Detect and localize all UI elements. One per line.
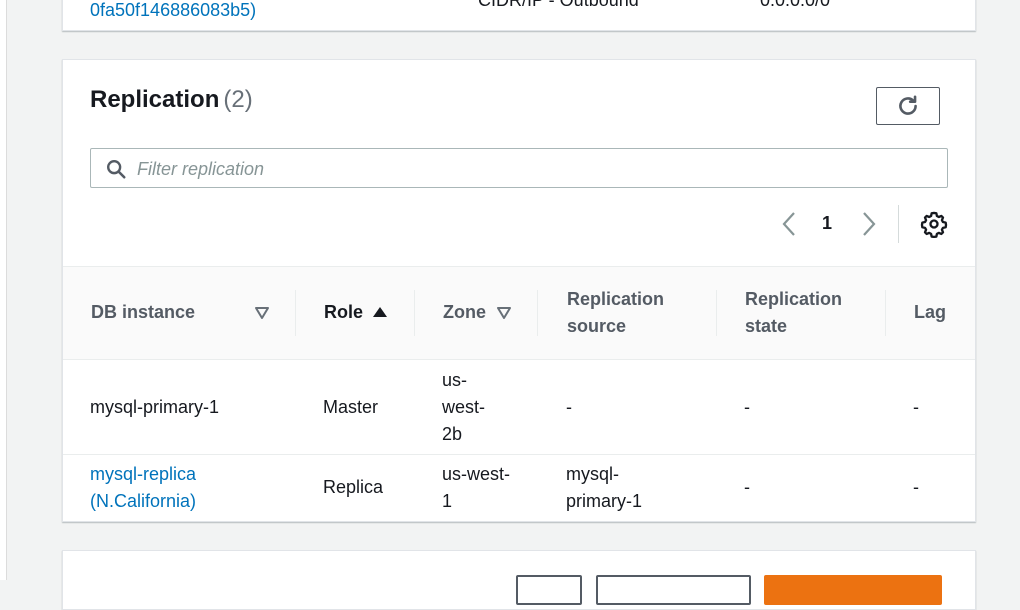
column-header-lag[interactable]: Lag xyxy=(914,299,946,326)
column-label-db-instance: DB instance xyxy=(91,302,196,322)
column-label-lag: Lag xyxy=(914,302,947,322)
column-separator xyxy=(885,290,886,336)
cell-lag: - xyxy=(913,397,919,417)
column-header-zone[interactable]: Zone xyxy=(443,299,486,326)
page-edge xyxy=(0,0,7,580)
replication-title: Replication xyxy=(90,86,220,113)
caret-up-icon[interactable] xyxy=(372,305,388,319)
cell-role: Replica xyxy=(323,477,384,497)
rule-type-value: CIDR/IP - Outbound xyxy=(478,0,639,10)
chevron-left-icon[interactable] xyxy=(778,210,800,238)
cell-replication-source: mysql-primary-1 xyxy=(566,464,643,511)
column-header-replication-state[interactable]: Replication state xyxy=(745,286,875,340)
cell-role: Master xyxy=(323,397,379,417)
cell-replication-source: - xyxy=(566,397,572,417)
caret-down-icon[interactable] xyxy=(254,306,270,320)
cell-replication-state: - xyxy=(744,477,750,497)
cell-zone: us-west-2b xyxy=(442,370,486,444)
refresh-icon xyxy=(899,95,917,115)
caret-down-icon[interactable] xyxy=(496,306,512,320)
filter-replication-field[interactable] xyxy=(90,148,948,189)
column-header-db-instance[interactable]: DB instance xyxy=(91,299,195,326)
column-separator xyxy=(537,290,538,336)
column-label-role: Role xyxy=(324,302,364,322)
refresh-button[interactable] xyxy=(876,87,940,125)
chevron-right-icon[interactable] xyxy=(858,210,880,238)
cell-db-instance-link[interactable]: mysql-replica (N.California) xyxy=(90,461,240,515)
search-icon xyxy=(107,160,126,179)
cell-zone: us-west-1 xyxy=(442,464,511,511)
replication-count: (2) xyxy=(223,86,253,113)
column-label-replication-source: Replication source xyxy=(567,289,665,336)
column-separator xyxy=(295,290,296,336)
page-number[interactable]: 1 xyxy=(822,213,832,234)
cell-db-instance: mysql-primary-1 xyxy=(90,397,220,417)
row-divider xyxy=(63,454,975,455)
cell-lag: - xyxy=(913,477,919,497)
column-header-replication-source[interactable]: Replication source xyxy=(567,286,697,340)
replication-heading: Replication (2) xyxy=(90,86,253,114)
security-group-link[interactable]: 0fa50f146886083b5) xyxy=(90,0,256,21)
column-label-zone: Zone xyxy=(443,302,486,322)
gear-icon[interactable] xyxy=(920,210,948,238)
pager-divider xyxy=(898,205,899,243)
column-separator xyxy=(716,290,717,336)
rule-cidr-value: 0.0.0.0/0 xyxy=(760,0,831,10)
column-separator xyxy=(414,290,415,336)
column-label-replication-state: Replication state xyxy=(745,289,843,336)
cell-replication-state: - xyxy=(744,397,750,417)
column-header-role[interactable]: Role xyxy=(324,299,363,326)
filter-replication-input[interactable] xyxy=(135,149,939,189)
